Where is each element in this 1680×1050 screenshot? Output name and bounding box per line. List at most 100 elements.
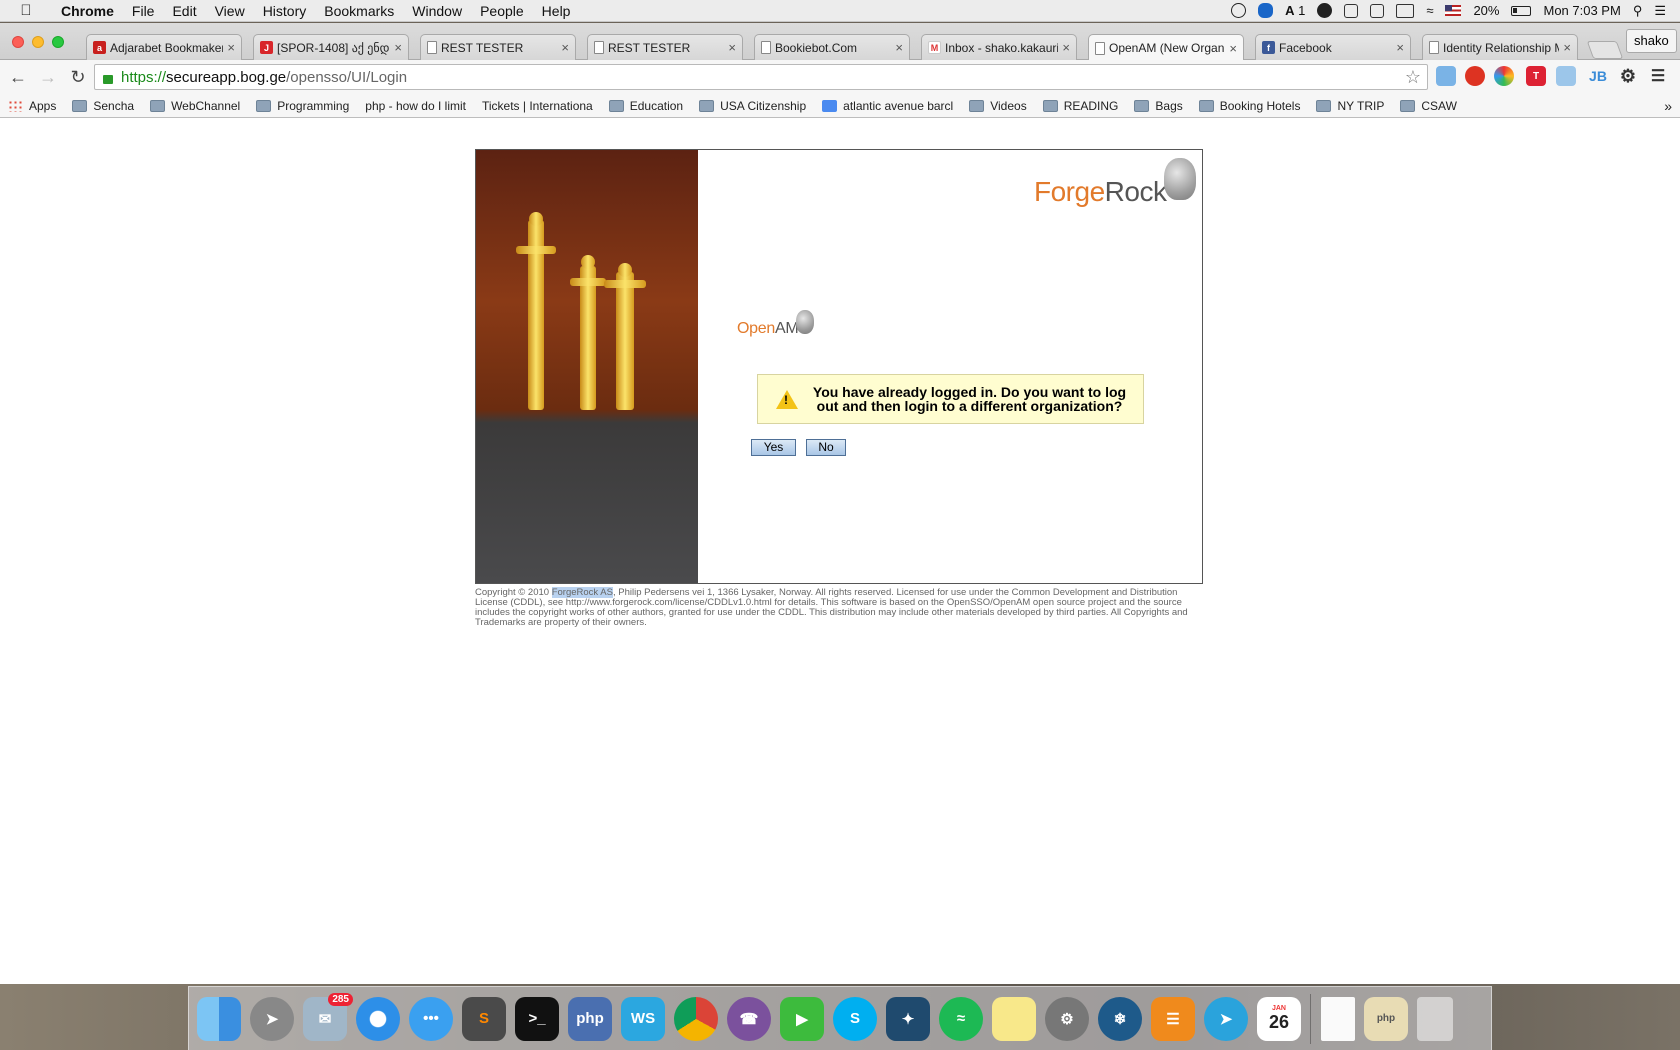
extension-color-icon[interactable] — [1494, 66, 1514, 86]
bookmark-tickets[interactable]: Tickets | Internationa — [0, 99, 593, 224]
telegram-icon[interactable]: ➤ — [1204, 996, 1248, 1041]
finder-icon[interactable] — [197, 996, 241, 1041]
tab-gmail[interactable]: M Inbox - shako.kakauri × — [921, 34, 1077, 60]
tab-rest-tester-1[interactable]: REST TESTER × — [420, 34, 576, 60]
tab-openam[interactable]: OpenAM (New Organization) × — [1088, 34, 1244, 61]
close-tab-icon[interactable]: × — [895, 40, 903, 55]
close-tab-icon[interactable]: × — [728, 40, 736, 55]
phpstorm-icon[interactable]: php — [568, 996, 612, 1041]
menu-history[interactable]: History — [254, 3, 316, 19]
apple-menu-icon[interactable]:  — [0, 2, 52, 19]
php-folder-icon[interactable]: php — [1364, 996, 1408, 1041]
close-tab-icon[interactable]: × — [394, 40, 402, 55]
forward-arrow-icon[interactable]: → — [36, 67, 60, 88]
spotify-icon[interactable]: ≈ — [939, 996, 983, 1041]
bookmark-videos[interactable]: Videos — [969, 99, 1027, 113]
bookmark-sencha[interactable]: Sencha — [72, 99, 134, 113]
extension-camera-icon[interactable] — [1556, 66, 1576, 86]
extension-folder-icon[interactable] — [1436, 66, 1456, 86]
cloud-app-icon[interactable] — [1258, 3, 1274, 18]
webstorm-icon[interactable]: WS — [621, 996, 665, 1041]
viber-status-icon[interactable] — [1317, 3, 1333, 18]
bookmark-php[interactable]: php - how do I limit — [0, 99, 466, 224]
bookmark-reading[interactable]: READING — [1042, 99, 1118, 113]
calendar-icon[interactable]: JAN 26 — [1257, 996, 1301, 1041]
close-tab-icon[interactable]: × — [1563, 40, 1571, 55]
bookmark-education[interactable]: Education — [608, 99, 683, 113]
terminal-icon[interactable]: >_ — [515, 996, 559, 1041]
keyboard-icon[interactable] — [1396, 3, 1415, 18]
close-tab-icon[interactable]: × — [227, 40, 235, 55]
extension-todo-icon[interactable]: T — [1526, 66, 1546, 86]
bookmark-csaw[interactable]: CSAW — [1400, 99, 1457, 113]
viber-icon[interactable]: ☎ — [727, 996, 771, 1041]
document-icon[interactable] — [1321, 996, 1355, 1041]
bookmark-star-icon[interactable]: ☆ — [1405, 67, 1421, 88]
menu-app-name[interactable]: Chrome — [52, 3, 123, 19]
skype-icon[interactable]: S — [833, 996, 877, 1041]
profile-button[interactable]: shako — [1626, 29, 1677, 53]
sourcetree-icon[interactable]: ❄ — [1098, 996, 1142, 1041]
new-tab-button[interactable] — [1586, 41, 1624, 59]
menu-edit[interactable]: Edit — [163, 3, 205, 19]
tab-jira[interactable]: J [SPOR-1408] აქ ენდე × — [253, 34, 409, 60]
reload-icon[interactable]: ↻ — [66, 67, 90, 88]
address-bar[interactable]: https:// secureapp.bog.ge /opensso/UI/Lo… — [94, 64, 1428, 90]
no-button[interactable]: No — [806, 439, 846, 456]
bookmark-booking-hotels[interactable]: Booking Hotels — [1198, 99, 1300, 113]
extension-stop-icon[interactable] — [1465, 66, 1485, 86]
bookmark-bags[interactable]: Bags — [1134, 99, 1183, 113]
spotlight-search-icon[interactable]: ⚲ — [1633, 3, 1643, 19]
battery-percent[interactable]: 20% — [1473, 3, 1499, 18]
yes-button[interactable]: Yes — [751, 439, 796, 456]
chrome-icon[interactable] — [674, 996, 718, 1041]
wifi-icon[interactable]: ≈ — [1426, 3, 1433, 18]
tab-identity[interactable]: Identity Relationship Management × — [1422, 34, 1578, 60]
menu-help[interactable]: Help — [533, 3, 580, 19]
close-tab-icon[interactable]: × — [1229, 41, 1237, 56]
messages-icon[interactable]: ••• — [409, 996, 453, 1041]
more-bookmarks-chevron-icon[interactable]: » — [1664, 98, 1672, 114]
bookmark-atlantic[interactable]: atlantic avenue barcl — [822, 99, 953, 113]
clock-sync-icon[interactable] — [1231, 3, 1247, 18]
trash-icon[interactable] — [1417, 996, 1453, 1041]
tab-facebook[interactable]: f Facebook × — [1255, 34, 1411, 60]
menu-people[interactable]: People — [471, 3, 533, 19]
zoom-window-icon[interactable] — [52, 36, 64, 48]
notification-center-icon[interactable]: ☰ — [1654, 3, 1666, 19]
window-icon[interactable] — [1370, 3, 1385, 18]
bookmark-usa-citizenship[interactable]: USA Citizenship — [699, 99, 806, 113]
bookmark-ny-trip[interactable]: NY TRIP — [1316, 99, 1384, 113]
facetime-icon[interactable]: ▶ — [780, 996, 824, 1041]
battery-icon[interactable] — [1511, 5, 1532, 16]
menu-file[interactable]: File — [123, 3, 164, 19]
lock-icon[interactable] — [103, 74, 113, 84]
close-tab-icon[interactable]: × — [561, 40, 569, 55]
display-icon[interactable] — [1344, 3, 1359, 18]
sublime-text-icon[interactable]: S — [462, 996, 506, 1041]
us-flag-input-icon[interactable] — [1445, 5, 1462, 16]
clock[interactable]: Mon 7:03 PM — [1543, 3, 1620, 18]
minimize-window-icon[interactable] — [32, 36, 44, 48]
bookmark-apps[interactable]: Apps — [8, 99, 56, 113]
mysql-workbench-icon[interactable]: ✦ — [886, 996, 930, 1041]
settings-gear-icon[interactable]: ⚙ — [1618, 66, 1638, 86]
tab-rest-tester-2[interactable]: REST TESTER × — [587, 34, 743, 60]
bookmark-programming[interactable]: Programming — [256, 99, 349, 113]
close-window-icon[interactable] — [12, 36, 24, 48]
tab-bookiebot[interactable]: Bookiebot.Com × — [754, 34, 910, 60]
close-tab-icon[interactable]: × — [1062, 40, 1070, 55]
menu-window[interactable]: Window — [403, 3, 471, 19]
back-arrow-icon[interactable]: ← — [6, 67, 30, 88]
notes-icon[interactable] — [992, 996, 1036, 1041]
mail-icon[interactable]: ✉ 285 — [303, 992, 353, 1041]
safari-compass-icon[interactable] — [356, 996, 400, 1041]
system-preferences-gear-icon[interactable]: ⚙ — [1045, 996, 1089, 1041]
bookmark-webchannel[interactable]: WebChannel — [150, 99, 240, 113]
menu-view[interactable]: View — [206, 3, 254, 19]
adobe-status[interactable]: A 1 — [1285, 3, 1305, 18]
close-tab-icon[interactable]: × — [1396, 40, 1404, 55]
menu-bookmarks[interactable]: Bookmarks — [315, 3, 403, 19]
ibooks-icon[interactable]: ☰ — [1151, 996, 1195, 1041]
launchpad-rocket-icon[interactable]: ➤ — [250, 996, 294, 1041]
